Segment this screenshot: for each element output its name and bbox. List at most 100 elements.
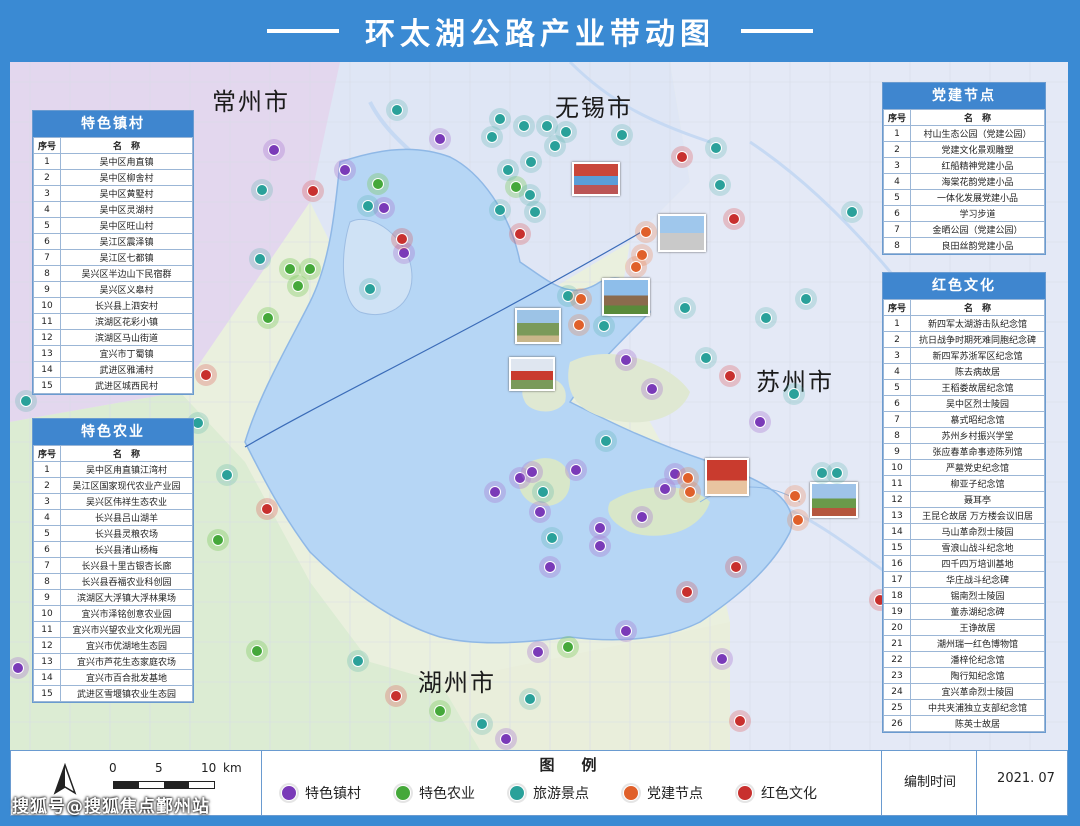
agriculture-marker[interactable] xyxy=(367,173,389,195)
agriculture-marker[interactable] xyxy=(429,700,451,722)
village-marker[interactable] xyxy=(529,501,551,523)
agriculture-marker[interactable] xyxy=(207,529,229,551)
photo-thumb-6[interactable] xyxy=(705,458,749,496)
scenic-marker[interactable] xyxy=(783,383,805,405)
scenic-marker[interactable] xyxy=(593,315,615,337)
party-node-marker[interactable] xyxy=(568,314,590,336)
village-marker[interactable] xyxy=(527,641,549,663)
scenic-marker[interactable] xyxy=(519,688,541,710)
village-marker[interactable] xyxy=(484,481,506,503)
scenic-marker[interactable] xyxy=(347,650,369,672)
row-number: 9 xyxy=(33,281,61,298)
red-culture-marker[interactable] xyxy=(509,223,531,245)
scenic-marker[interactable] xyxy=(497,159,519,181)
row-number: 15 xyxy=(33,685,61,702)
scenic-marker[interactable] xyxy=(755,307,777,329)
city-label-huzhou: 湖州市 xyxy=(418,669,496,697)
agriculture-marker[interactable] xyxy=(257,307,279,329)
party-node-marker[interactable] xyxy=(625,256,647,278)
scenic-marker[interactable] xyxy=(249,248,271,270)
scenic-marker[interactable] xyxy=(216,464,238,486)
scenic-marker[interactable] xyxy=(489,199,511,221)
scenic-marker[interactable] xyxy=(709,174,731,196)
scenic-marker[interactable] xyxy=(520,151,542,173)
photo-thumb-1[interactable] xyxy=(572,162,620,196)
red-culture-marker[interactable] xyxy=(725,556,747,578)
agriculture-marker[interactable] xyxy=(557,636,579,658)
scenic-marker[interactable] xyxy=(611,124,633,146)
village-marker[interactable] xyxy=(615,349,637,371)
agriculture-marker[interactable] xyxy=(287,275,309,297)
row-name: 吴中区烈士陵园 xyxy=(910,395,1045,412)
scenic-marker[interactable] xyxy=(595,430,617,452)
party-node-marker[interactable] xyxy=(570,288,592,310)
village-marker[interactable] xyxy=(749,411,771,433)
village-marker[interactable] xyxy=(615,620,637,642)
village-marker[interactable] xyxy=(589,535,611,557)
village-marker[interactable] xyxy=(641,378,663,400)
table-row: 13 宜兴市丁蜀镇 xyxy=(33,345,193,362)
red-culture-marker[interactable] xyxy=(676,581,698,603)
row-name: 董赤湖纪念碑 xyxy=(910,603,1045,620)
party-node-marker[interactable] xyxy=(679,481,701,503)
red-culture-marker[interactable] xyxy=(719,365,741,387)
scenic-marker[interactable] xyxy=(524,201,546,223)
party-node-marker[interactable] xyxy=(635,221,657,243)
scenic-marker[interactable] xyxy=(386,99,408,121)
village-marker[interactable] xyxy=(565,459,587,481)
red-culture-marker[interactable] xyxy=(195,364,217,386)
village-marker[interactable] xyxy=(521,461,543,483)
red-culture-marker[interactable] xyxy=(256,498,278,520)
scenic-marker[interactable] xyxy=(674,297,696,319)
scenic-marker[interactable] xyxy=(481,126,503,148)
scenic-marker[interactable] xyxy=(795,288,817,310)
table-row: 14 武进区雅浦村 xyxy=(33,361,193,378)
red-culture-marker[interactable] xyxy=(302,180,324,202)
red-culture-marker[interactable] xyxy=(723,208,745,230)
table-row: 7 吴江区七都镇 xyxy=(33,249,193,266)
village-marker[interactable] xyxy=(539,556,561,578)
scenic-marker[interactable] xyxy=(705,137,727,159)
scenic-marker[interactable] xyxy=(251,179,273,201)
village-marker[interactable] xyxy=(711,648,733,670)
scenic-marker[interactable] xyxy=(513,115,535,137)
photo-thumb-4[interactable] xyxy=(515,308,561,344)
village-marker[interactable] xyxy=(429,128,451,150)
row-number: 6 xyxy=(883,395,911,412)
photo-thumb-5[interactable] xyxy=(509,357,555,391)
table-featured-agriculture: 特色农业 序号名 称 1 吴中区甪直镇江湾村 2 吴江区国家现代农业产业园 3 吴兴区伟祥… xyxy=(32,418,194,703)
map-canvas[interactable]: 常州市 无锡市 苏州市 湖州市 特色镇村 序号 名 称 1 吴中区甪直镇 2 吴… xyxy=(10,62,1068,750)
red-culture-marker[interactable] xyxy=(391,228,413,250)
village-marker[interactable] xyxy=(334,159,356,181)
row-name: 聂耳亭 xyxy=(910,491,1045,508)
scenic-marker[interactable] xyxy=(532,481,554,503)
title-dash-right xyxy=(741,29,813,33)
row-number: 3 xyxy=(33,493,61,510)
red-culture-marker[interactable] xyxy=(385,685,407,707)
table-row: 12 聂耳亭 xyxy=(883,491,1045,508)
legend-items: 特色镇村 特色农业 旅游景点 党建节点 红色文化 xyxy=(281,783,817,803)
scenic-marker[interactable] xyxy=(471,713,493,735)
village-marker[interactable] xyxy=(495,728,517,750)
photo-thumb-2[interactable] xyxy=(658,214,706,252)
scenic-marker[interactable] xyxy=(357,195,379,217)
row-name: 长兴县渚山杨梅 xyxy=(60,541,193,558)
party-node-marker[interactable] xyxy=(784,485,806,507)
photo-thumb-3[interactable] xyxy=(602,278,650,316)
village-marker[interactable] xyxy=(631,506,653,528)
party-node-marker[interactable] xyxy=(787,509,809,531)
red-culture-marker[interactable] xyxy=(671,146,693,168)
agriculture-marker[interactable] xyxy=(246,640,268,662)
table-row: 24 宜兴革命烈士陵园 xyxy=(883,683,1045,700)
row-number: 3 xyxy=(883,157,911,174)
table-red-culture: 红色文化 序号名 称 1 新四军太湖游击队纪念馆 2 抗日战争时期死难同胞纪念碑 3 新四… xyxy=(882,272,1046,733)
scenic-marker[interactable] xyxy=(826,462,848,484)
red-culture-marker[interactable] xyxy=(729,710,751,732)
scenic-marker[interactable] xyxy=(841,201,863,223)
photo-thumb-7[interactable] xyxy=(810,482,858,518)
village-marker[interactable] xyxy=(263,139,285,161)
scenic-marker[interactable] xyxy=(695,347,717,369)
scenic-marker[interactable] xyxy=(544,135,566,157)
scenic-marker[interactable] xyxy=(359,278,381,300)
scenic-marker[interactable] xyxy=(541,527,563,549)
